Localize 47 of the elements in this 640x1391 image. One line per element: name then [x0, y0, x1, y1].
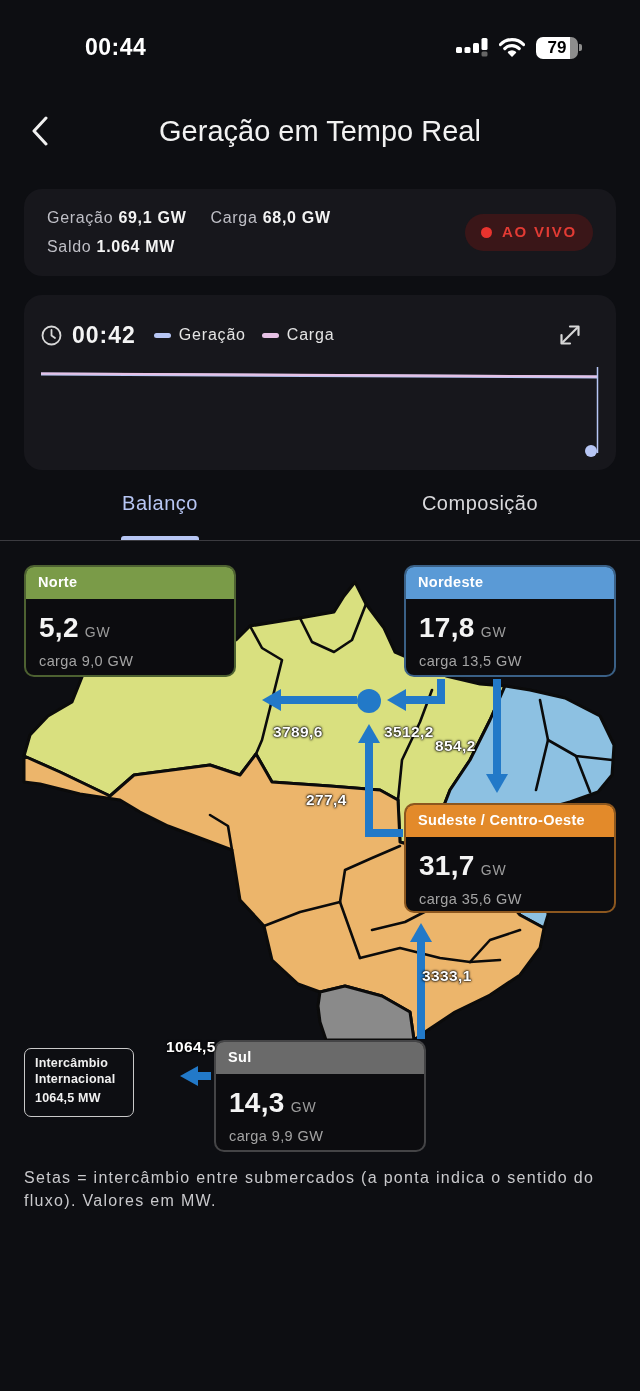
- tab[interactable]: Balanço: [0, 470, 320, 540]
- expand-icon: [559, 324, 581, 346]
- region-title: Norte: [26, 567, 234, 599]
- unit-label: GW: [480, 862, 507, 878]
- point-marker-icon: [585, 445, 597, 457]
- load-text: carga 13,5 GW: [419, 652, 522, 671]
- footnote-text: Setas = intercâmbio entre submercados (a ponta indica o sentido do fluxo). Valores em MW.: [23, 1168, 596, 1211]
- status-time: 00:44: [85, 33, 147, 63]
- live-label: AO VIVO: [501, 222, 577, 243]
- summary-text: Saldo 1.064 MW: [47, 237, 176, 257]
- region-value: 14,3: [229, 1087, 285, 1118]
- legend-label: Geração: [178, 325, 246, 345]
- flow-arrow: [387, 679, 445, 711]
- expand-button[interactable]: [559, 324, 581, 346]
- region-title: Sudeste / Centro-Oeste: [406, 805, 614, 837]
- clock-icon: [41, 324, 62, 346]
- region-value: 17,8: [419, 612, 475, 643]
- state-border: [298, 602, 368, 654]
- signal-icon: [456, 38, 488, 57]
- summary-text: Carga 68,0 GW: [210, 208, 331, 228]
- legend-label: Carga: [286, 325, 335, 345]
- live-dot-icon: [480, 227, 492, 238]
- unit-label: GW: [290, 1099, 317, 1115]
- wifi-icon: [499, 38, 525, 57]
- unit-label: GW: [480, 624, 507, 640]
- screen-title: Geração em Tempo Real: [158, 113, 482, 149]
- battery-indicator: 79: [536, 36, 582, 59]
- region-value: 5,2: [39, 612, 79, 643]
- chart-time: 00:42: [72, 320, 136, 350]
- flow-value: 277,4: [306, 791, 347, 809]
- international-title: Intercâmbio Internacional: [35, 1056, 116, 1086]
- flow-value: 3789,6: [273, 723, 323, 741]
- summary-text: Geração 69,1 GW: [47, 208, 187, 228]
- tab[interactable]: Composição: [320, 470, 640, 540]
- region-title: Sul: [216, 1042, 424, 1074]
- international-value: 1064,5 MW: [35, 1090, 101, 1106]
- state-border: [208, 813, 234, 852]
- load-text: carga 9,9 GW: [229, 1127, 324, 1146]
- flow-value: 854,2: [435, 737, 476, 755]
- unit-label: GW: [84, 624, 111, 640]
- flow-value: 1064,5: [166, 1038, 216, 1056]
- junction-dot-icon: [357, 689, 381, 713]
- chevron-left-icon: [31, 116, 49, 146]
- load-text: carga 9,0 GW: [39, 652, 134, 671]
- load-text: carga 35,6 GW: [419, 890, 522, 909]
- region-title: Nordeste: [406, 567, 614, 599]
- region-value: 31,7: [419, 850, 475, 881]
